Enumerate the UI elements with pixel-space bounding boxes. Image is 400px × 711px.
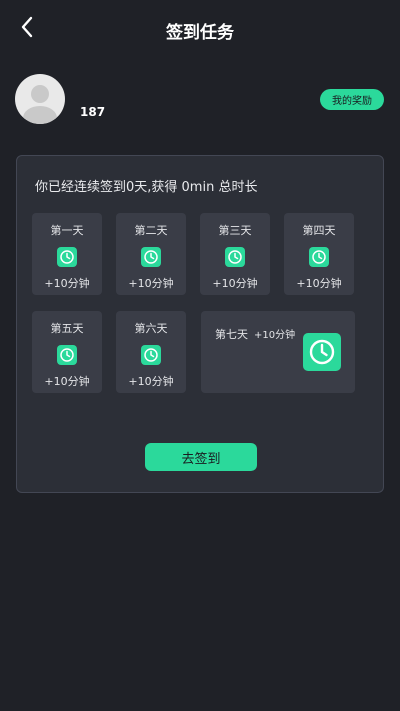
- clock-icon: [57, 345, 77, 365]
- day-label: 第四天: [302, 224, 336, 237]
- clock-icon: [141, 247, 161, 267]
- day-label: 第三天: [218, 224, 252, 237]
- day-4-tile[interactable]: 第四天 +10分钟: [284, 213, 354, 295]
- clock-icon: [225, 247, 245, 267]
- day-reward: +10分钟: [128, 375, 174, 388]
- day-5-tile[interactable]: 第五天 +10分钟: [32, 311, 102, 393]
- day-reward: +10分钟: [254, 330, 296, 341]
- day-reward: +10分钟: [296, 277, 342, 290]
- clock-icon: [141, 345, 161, 365]
- clock-icon: [303, 333, 341, 371]
- sign-in-task-screen: 签到任务 187 我的奖励 你已经连续签到0天,获得 0min 总时长 第一天 …: [0, 0, 400, 711]
- day-3-tile[interactable]: 第三天 +10分钟: [200, 213, 270, 295]
- my-rewards-button[interactable]: 我的奖励: [320, 89, 384, 110]
- day-label: 第七天: [215, 328, 248, 341]
- day-6-tile[interactable]: 第六天 +10分钟: [116, 311, 186, 393]
- clock-icon: [309, 247, 329, 267]
- day-2-tile[interactable]: 第二天 +10分钟: [116, 213, 186, 295]
- day-label: 第五天: [50, 322, 84, 335]
- day-7-tile[interactable]: 第七天 +10分钟: [201, 311, 355, 393]
- sign-in-button[interactable]: 去签到: [145, 443, 257, 471]
- clock-icon: [57, 247, 77, 267]
- day-label: 第六天: [134, 322, 168, 335]
- sign-in-card: 你已经连续签到0天,获得 0min 总时长 第一天 +10分钟 第二天 +10分…: [16, 155, 384, 493]
- day-reward: +10分钟: [212, 277, 258, 290]
- avatar[interactable]: [15, 74, 65, 124]
- page-title: 签到任务: [166, 23, 234, 43]
- day-1-tile[interactable]: 第一天 +10分钟: [32, 213, 102, 295]
- day-label: 第一天: [50, 224, 84, 237]
- username: 187: [80, 105, 106, 119]
- sign-in-summary: 你已经连续签到0天,获得 0min 总时长: [35, 180, 258, 195]
- header: 签到任务: [0, 0, 400, 56]
- user-placeholder-icon: [23, 85, 57, 124]
- day-reward: +10分钟: [44, 375, 90, 388]
- day-reward: +10分钟: [128, 277, 174, 290]
- day-reward: +10分钟: [44, 277, 90, 290]
- day-label: 第二天: [134, 224, 168, 237]
